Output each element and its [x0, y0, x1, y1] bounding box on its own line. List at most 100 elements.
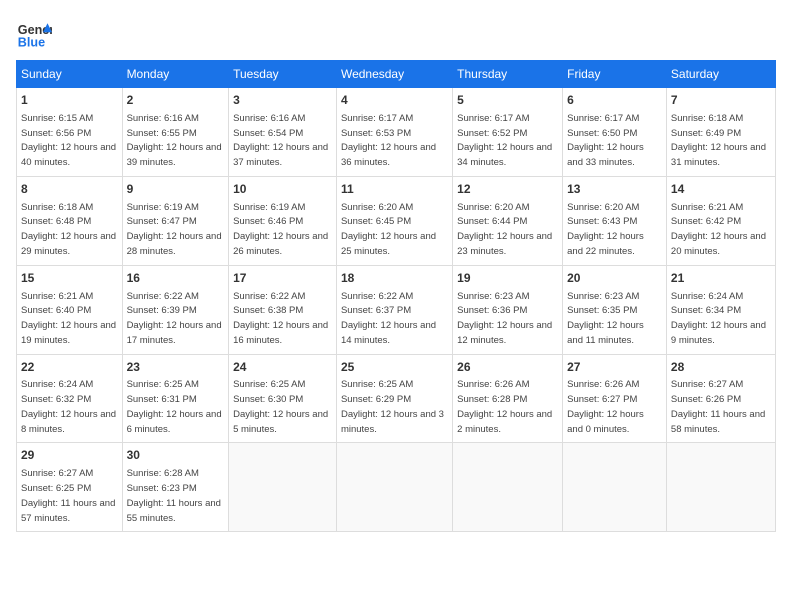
calendar-cell: 24 Sunrise: 6:25 AMSunset: 6:30 PMDayligh…: [229, 354, 337, 443]
calendar-cell: 17 Sunrise: 6:22 AMSunset: 6:38 PMDayligh…: [229, 265, 337, 354]
day-info: Sunrise: 6:17 AMSunset: 6:50 PMDaylight:…: [567, 113, 644, 168]
day-info: Sunrise: 6:25 AMSunset: 6:31 PMDaylight:…: [127, 379, 222, 434]
day-number: 1: [21, 92, 118, 109]
day-info: Sunrise: 6:26 AMSunset: 6:27 PMDaylight:…: [567, 379, 644, 434]
calendar-cell: [453, 443, 563, 532]
calendar-cell: 15 Sunrise: 6:21 AMSunset: 6:40 PMDayligh…: [17, 265, 123, 354]
day-info: Sunrise: 6:16 AMSunset: 6:55 PMDaylight:…: [127, 113, 222, 168]
day-info: Sunrise: 6:15 AMSunset: 6:56 PMDaylight:…: [21, 113, 116, 168]
day-number: 13: [567, 181, 662, 198]
week-row-2: 8 Sunrise: 6:18 AMSunset: 6:48 PMDaylight…: [17, 176, 776, 265]
calendar-cell: 14 Sunrise: 6:21 AMSunset: 6:42 PMDayligh…: [666, 176, 775, 265]
calendar-cell: 21 Sunrise: 6:24 AMSunset: 6:34 PMDayligh…: [666, 265, 775, 354]
day-info: Sunrise: 6:17 AMSunset: 6:53 PMDaylight:…: [341, 113, 436, 168]
day-number: 23: [127, 359, 225, 376]
column-header-sunday: Sunday: [17, 61, 123, 88]
day-info: Sunrise: 6:19 AMSunset: 6:47 PMDaylight:…: [127, 202, 222, 257]
calendar-cell: 10Sunrise: 6:19 AMSunset: 6:46 PMDayligh…: [229, 176, 337, 265]
calendar-cell: 25 Sunrise: 6:25 AMSunset: 6:29 PMDayligh…: [336, 354, 452, 443]
column-header-monday: Monday: [122, 61, 229, 88]
day-info: Sunrise: 6:22 AMSunset: 6:38 PMDaylight:…: [233, 291, 328, 346]
day-number: 4: [341, 92, 448, 109]
calendar-cell: 12 Sunrise: 6:20 AMSunset: 6:44 PMDayligh…: [453, 176, 563, 265]
column-header-thursday: Thursday: [453, 61, 563, 88]
day-info: Sunrise: 6:19 AMSunset: 6:46 PMDaylight:…: [233, 202, 328, 257]
logo-icon: General Blue: [16, 16, 52, 52]
day-number: 27: [567, 359, 662, 376]
day-number: 18: [341, 270, 448, 287]
day-number: 25: [341, 359, 448, 376]
calendar-cell: 3 Sunrise: 6:16 AMSunset: 6:54 PMDaylight…: [229, 88, 337, 177]
logo: General Blue: [16, 16, 52, 52]
day-info: Sunrise: 6:18 AMSunset: 6:48 PMDaylight:…: [21, 202, 116, 257]
day-number: 2: [127, 92, 225, 109]
calendar-cell: [229, 443, 337, 532]
day-number: 3: [233, 92, 332, 109]
day-info: Sunrise: 6:22 AMSunset: 6:37 PMDaylight:…: [341, 291, 436, 346]
day-number: 29: [21, 447, 118, 464]
calendar-cell: 30Sunrise: 6:28 AMSunset: 6:23 PMDayligh…: [122, 443, 229, 532]
day-number: 24: [233, 359, 332, 376]
day-number: 9: [127, 181, 225, 198]
svg-text:Blue: Blue: [18, 36, 45, 50]
day-info: Sunrise: 6:23 AMSunset: 6:36 PMDaylight:…: [457, 291, 552, 346]
calendar-table: SundayMondayTuesdayWednesdayThursdayFrid…: [16, 60, 776, 532]
day-info: Sunrise: 6:25 AMSunset: 6:30 PMDaylight:…: [233, 379, 328, 434]
day-info: Sunrise: 6:25 AMSunset: 6:29 PMDaylight:…: [341, 379, 444, 434]
calendar-cell: 1 Sunrise: 6:15 AMSunset: 6:56 PMDaylight…: [17, 88, 123, 177]
week-row-1: 1 Sunrise: 6:15 AMSunset: 6:56 PMDaylight…: [17, 88, 776, 177]
week-row-3: 15 Sunrise: 6:21 AMSunset: 6:40 PMDayligh…: [17, 265, 776, 354]
day-number: 19: [457, 270, 558, 287]
day-number: 6: [567, 92, 662, 109]
day-info: Sunrise: 6:17 AMSunset: 6:52 PMDaylight:…: [457, 113, 552, 168]
calendar-cell: 22Sunrise: 6:24 AMSunset: 6:32 PMDayligh…: [17, 354, 123, 443]
day-info: Sunrise: 6:23 AMSunset: 6:35 PMDaylight:…: [567, 291, 644, 346]
day-info: Sunrise: 6:26 AMSunset: 6:28 PMDaylight:…: [457, 379, 552, 434]
column-header-saturday: Saturday: [666, 61, 775, 88]
calendar-cell: 4 Sunrise: 6:17 AMSunset: 6:53 PMDaylight…: [336, 88, 452, 177]
day-number: 30: [127, 447, 225, 464]
day-number: 12: [457, 181, 558, 198]
day-number: 28: [671, 359, 771, 376]
day-number: 11: [341, 181, 448, 198]
day-number: 15: [21, 270, 118, 287]
column-header-tuesday: Tuesday: [229, 61, 337, 88]
day-number: 20: [567, 270, 662, 287]
column-header-wednesday: Wednesday: [336, 61, 452, 88]
calendar-cell: 5 Sunrise: 6:17 AMSunset: 6:52 PMDaylight…: [453, 88, 563, 177]
calendar-cell: 6 Sunrise: 6:17 AMSunset: 6:50 PMDaylight…: [563, 88, 667, 177]
day-info: Sunrise: 6:20 AMSunset: 6:44 PMDaylight:…: [457, 202, 552, 257]
calendar-cell: 8 Sunrise: 6:18 AMSunset: 6:48 PMDaylight…: [17, 176, 123, 265]
calendar-cell: 16 Sunrise: 6:22 AMSunset: 6:39 PMDayligh…: [122, 265, 229, 354]
day-info: Sunrise: 6:20 AMSunset: 6:43 PMDaylight:…: [567, 202, 644, 257]
day-info: Sunrise: 6:21 AMSunset: 6:40 PMDaylight:…: [21, 291, 116, 346]
calendar-cell: 9 Sunrise: 6:19 AMSunset: 6:47 PMDaylight…: [122, 176, 229, 265]
calendar-cell: 20 Sunrise: 6:23 AMSunset: 6:35 PMDayligh…: [563, 265, 667, 354]
day-number: 26: [457, 359, 558, 376]
day-number: 17: [233, 270, 332, 287]
day-info: Sunrise: 6:27 AMSunset: 6:25 PMDaylight:…: [21, 468, 115, 523]
day-info: Sunrise: 6:27 AMSunset: 6:26 PMDaylight:…: [671, 379, 765, 434]
day-number: 21: [671, 270, 771, 287]
calendar-cell: 19 Sunrise: 6:23 AMSunset: 6:36 PMDayligh…: [453, 265, 563, 354]
day-info: Sunrise: 6:24 AMSunset: 6:34 PMDaylight:…: [671, 291, 766, 346]
day-info: Sunrise: 6:18 AMSunset: 6:49 PMDaylight:…: [671, 113, 766, 168]
day-info: Sunrise: 6:21 AMSunset: 6:42 PMDaylight:…: [671, 202, 766, 257]
day-number: 8: [21, 181, 118, 198]
calendar-cell: [563, 443, 667, 532]
day-info: Sunrise: 6:22 AMSunset: 6:39 PMDaylight:…: [127, 291, 222, 346]
column-header-friday: Friday: [563, 61, 667, 88]
day-number: 14: [671, 181, 771, 198]
day-number: 5: [457, 92, 558, 109]
calendar-cell: 29 Sunrise: 6:27 AMSunset: 6:25 PMDayligh…: [17, 443, 123, 532]
day-number: 16: [127, 270, 225, 287]
calendar-cell: [336, 443, 452, 532]
day-number: 7: [671, 92, 771, 109]
calendar-cell: [666, 443, 775, 532]
day-info: Sunrise: 6:16 AMSunset: 6:54 PMDaylight:…: [233, 113, 328, 168]
calendar-cell: 23 Sunrise: 6:25 AMSunset: 6:31 PMDayligh…: [122, 354, 229, 443]
calendar-cell: 18 Sunrise: 6:22 AMSunset: 6:37 PMDayligh…: [336, 265, 452, 354]
page-header: General Blue: [16, 16, 776, 52]
calendar-cell: 13 Sunrise: 6:20 AMSunset: 6:43 PMDayligh…: [563, 176, 667, 265]
header-row: SundayMondayTuesdayWednesdayThursdayFrid…: [17, 61, 776, 88]
